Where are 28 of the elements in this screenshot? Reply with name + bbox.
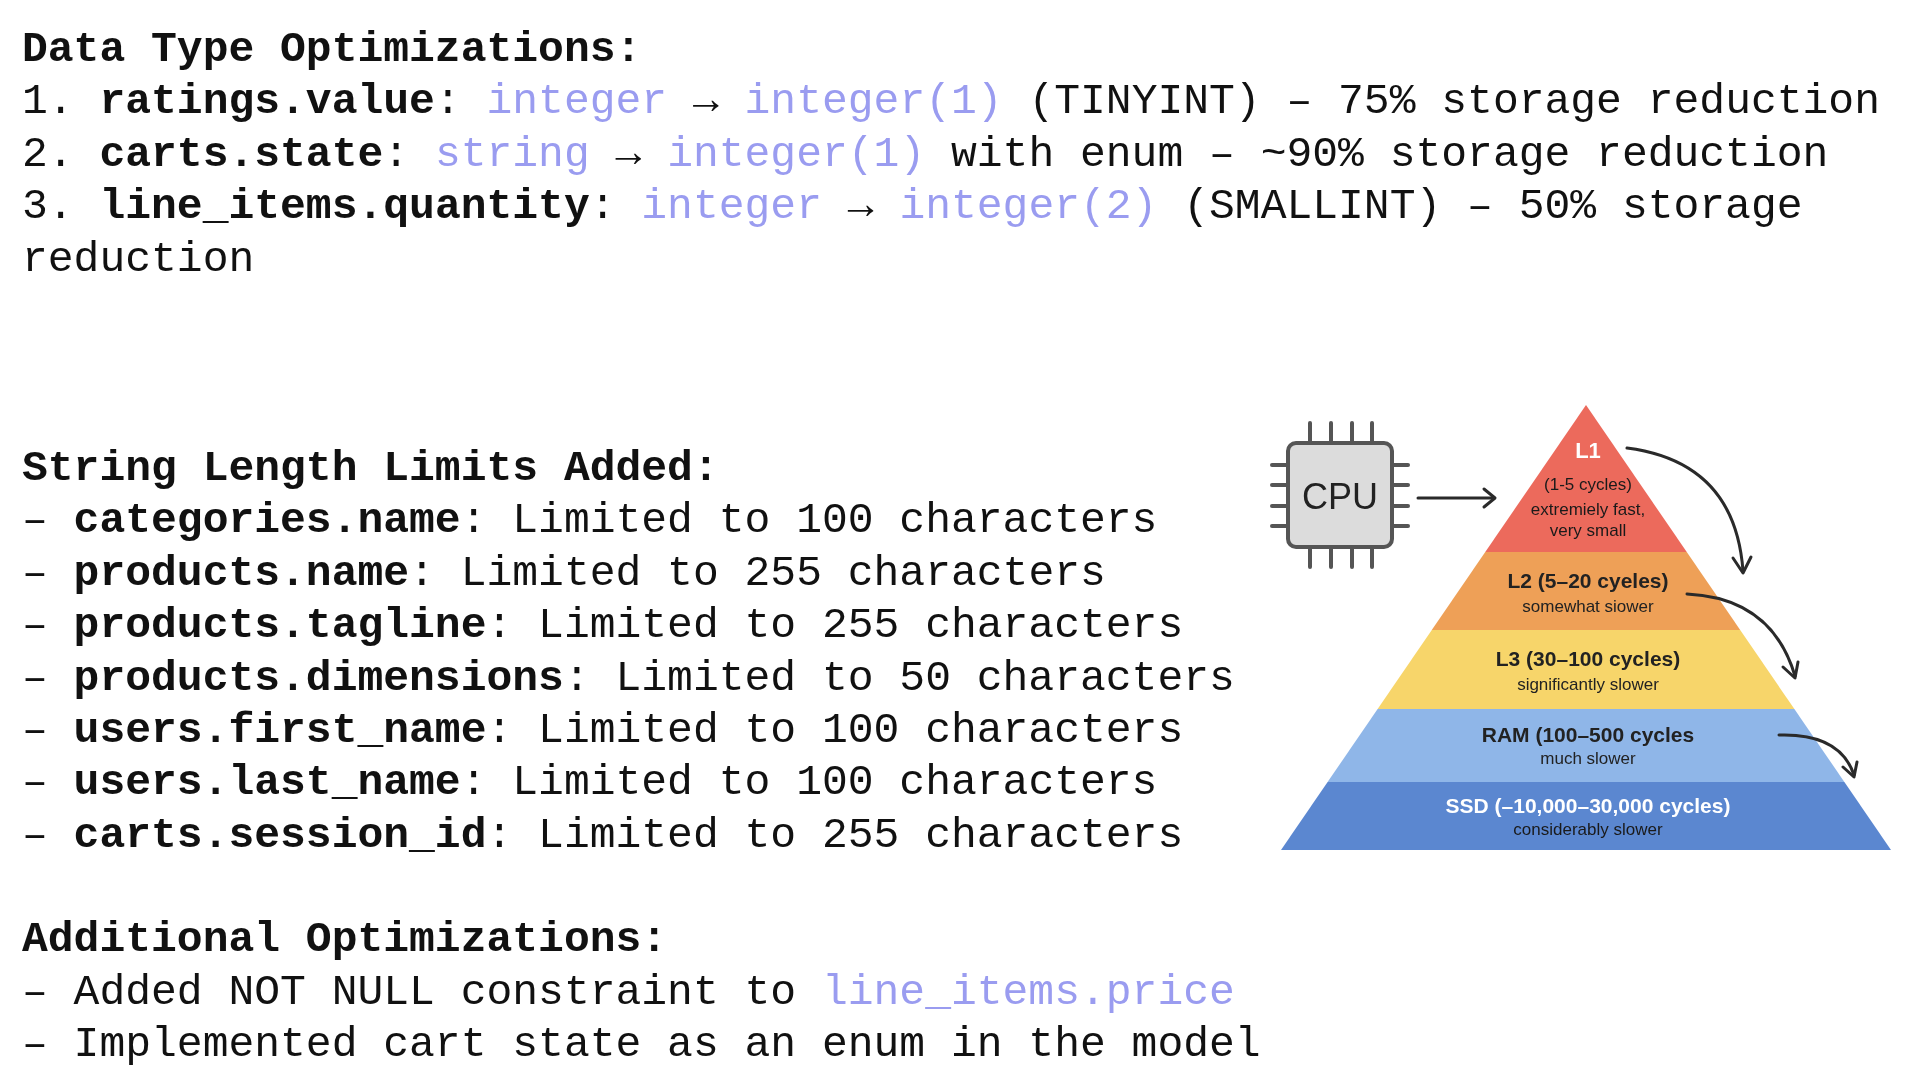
text-line: – products.tagline: Limited to 255 characters	[22, 600, 1184, 653]
section-heading: Data Type Optimizations:	[22, 24, 642, 76]
tier-caption: extremiely fast,	[1530, 500, 1646, 519]
text-line: – products.name: Limited to 255 characters	[22, 547, 1106, 600]
tier-caption: very small	[1549, 521, 1627, 540]
tier-title: RAM (100–500 cycles	[1481, 723, 1695, 746]
tier-caption: considerably slower	[1513, 820, 1663, 839]
tier-title: L2 (5–20 cyeles)	[1507, 569, 1669, 592]
text-line: – categories.name: Limited to 100 characters	[22, 495, 1158, 548]
tier-title: L3 (30–100 cycles)	[1495, 647, 1681, 670]
text-line: – carts.session_id: Limited to 255 characters	[22, 809, 1184, 862]
text-line: – users.first_name: Limited to 100 characters	[22, 705, 1184, 758]
tier-caption: much slower	[1540, 749, 1636, 768]
tier-caption: significantly slower	[1517, 675, 1659, 694]
tier-title: SSD (–10,000–30,000 cycles)	[1445, 794, 1731, 817]
text-line: – users.last_name: Limited to 100 characters	[22, 757, 1158, 810]
tier-title: L1	[1575, 438, 1601, 463]
section-heading: String Length Limits Added:	[22, 443, 719, 496]
section-heading: Additional Optimizations:	[22, 914, 668, 967]
text-line: 3. line_items.quantity: integer → integer(2) (SMALLINT) – 50% storage reduction	[22, 181, 1804, 286]
text-line: – products.dimensions: Limited to 50 characters	[22, 652, 1235, 705]
tier-caption: (1-5 cycles)	[1544, 475, 1632, 494]
text-line: 2. carts.state: string → integer(1) with enum – ~90% storage reduction	[22, 128, 1829, 181]
tier-caption: somewhat siower	[1522, 597, 1654, 616]
chip-label: CPU	[1302, 476, 1378, 517]
text-line: – Added NOT NULL constraint to line_items.price	[22, 966, 1235, 1019]
text-line: – Implemented cart state as an enum in the model	[22, 1019, 1261, 1072]
text-line: 1. ratings.value: integer → integer(1) (TINYINT) – 75% storage reduction	[22, 76, 1880, 129]
